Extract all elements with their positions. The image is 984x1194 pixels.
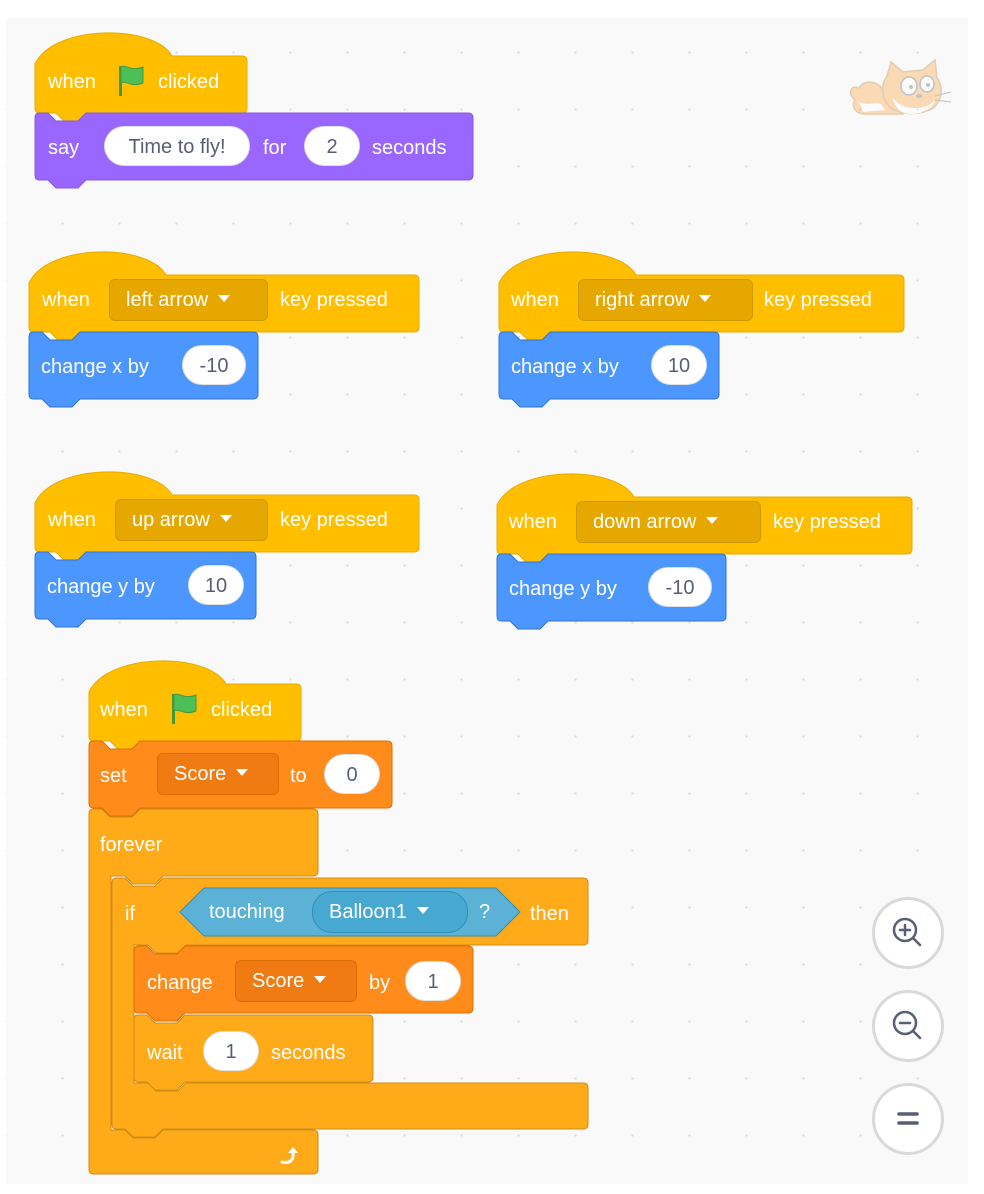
hat-when-label: when [42,289,90,311]
key-dropdown-value: left arrow [126,289,209,311]
change-y-by-block[interactable]: change y by 10 [34,551,257,633]
change-x-value-input[interactable]: -10 [182,345,246,385]
touching-object-dropdown[interactable]: Balloon1 [312,891,468,933]
equals-icon [897,1112,919,1125]
change-y-by-block[interactable]: change y by -10 [496,553,727,635]
zoom-out-button[interactable] [872,990,944,1062]
set-variable-block[interactable]: set Score to 0 [88,740,393,822]
hat-clicked-label: clicked [158,71,220,93]
chevron-down-icon [416,907,429,915]
hat-when-label: when [48,509,96,531]
say-seconds-input[interactable]: 2 [304,126,360,166]
change-y-label: change y by [509,578,617,600]
change-y-label: change y by [47,576,155,598]
say-label: say [48,137,80,159]
green-flag-icon [119,65,144,96]
question-mark-label: ? [479,901,491,923]
chevron-down-icon [236,769,249,777]
touching-condition[interactable]: touching Balloon1 ? [179,887,521,937]
key-dropdown-value: up arrow [132,509,210,531]
reset-zoom-button[interactable] [872,1083,944,1155]
seconds-label: seconds [372,137,447,159]
key-dropdown[interactable]: right arrow [578,279,753,321]
sprite-indicator [845,58,955,128]
change-y-value-input[interactable]: 10 [188,565,244,605]
change-x-by-block[interactable]: change x by 10 [498,331,720,413]
key-dropdown[interactable]: down arrow [576,501,761,543]
key-dropdown-value: right arrow [595,289,690,311]
when-flag-clicked-hat-block[interactable]: when clicked [88,646,302,750]
key-pressed-label: key pressed [280,289,388,311]
touching-label: touching [209,901,285,923]
for-label: for [263,137,287,159]
hat-when-label: when [48,71,96,93]
say-message-input[interactable]: Time to fly! [104,126,250,166]
when-flag-clicked-hat-block[interactable]: when clicked [34,18,248,122]
key-dropdown[interactable]: left arrow [109,279,268,321]
to-label: to [290,765,307,787]
when-key-pressed-hat-block[interactable]: when left arrow key pressed [28,237,420,341]
change-x-by-block[interactable]: change x by -10 [28,331,259,413]
chevron-down-icon [218,295,231,303]
when-key-pressed-hat-block[interactable]: when up arrow key pressed [34,457,420,561]
set-label: set [100,765,127,787]
set-variable-value: Score [174,763,227,785]
chevron-down-icon [314,976,327,984]
if-label: if [125,903,135,925]
key-dropdown[interactable]: up arrow [115,499,268,541]
key-pressed-label: key pressed [280,509,388,531]
chevron-down-icon [219,515,232,523]
when-key-pressed-hat-block[interactable]: when right arrow key pressed [498,237,905,341]
green-flag-icon [172,693,197,724]
hat-when-label: when [100,699,148,721]
hat-when-label: when [511,289,559,311]
chevron-down-icon [699,295,712,303]
zoom-out-icon [892,1010,922,1040]
zoom-in-icon [892,917,922,947]
scratch-cat-icon [849,58,952,115]
key-pressed-label: key pressed [764,289,872,311]
change-x-value-input[interactable]: 10 [651,345,707,385]
set-value-input[interactable]: 0 [324,754,380,794]
loop-arrow-icon [280,1147,298,1164]
change-x-label: change x by [511,356,619,378]
say-for-secs-block[interactable]: say Time to fly! for 2 seconds [34,112,474,194]
change-variable-dropdown[interactable]: Score [235,960,357,1002]
chevron-down-icon [706,517,719,525]
forever-label: forever [100,834,163,856]
change-variable-value: Score [252,970,305,992]
zoom-in-button[interactable] [872,897,944,969]
change-label: change [147,972,213,994]
wait-block[interactable]: wait 1 seconds [133,1014,374,1096]
wait-label: wait [147,1042,183,1064]
by-label: by [369,972,391,994]
change-x-label: change x by [41,356,149,378]
hat-clicked-label: clicked [211,699,273,721]
then-label: then [530,903,569,925]
wait-seconds-input[interactable]: 1 [203,1031,259,1071]
key-dropdown-value: down arrow [593,511,697,533]
hat-when-label: when [509,511,557,533]
touching-object-value: Balloon1 [329,901,407,923]
set-variable-dropdown[interactable]: Score [157,753,279,795]
key-pressed-label: key pressed [773,511,881,533]
wait-seconds-label: seconds [271,1042,346,1064]
change-y-value-input[interactable]: -10 [648,567,712,607]
change-value-input[interactable]: 1 [405,961,461,1001]
when-key-pressed-hat-block[interactable]: when down arrow key pressed [496,459,913,563]
